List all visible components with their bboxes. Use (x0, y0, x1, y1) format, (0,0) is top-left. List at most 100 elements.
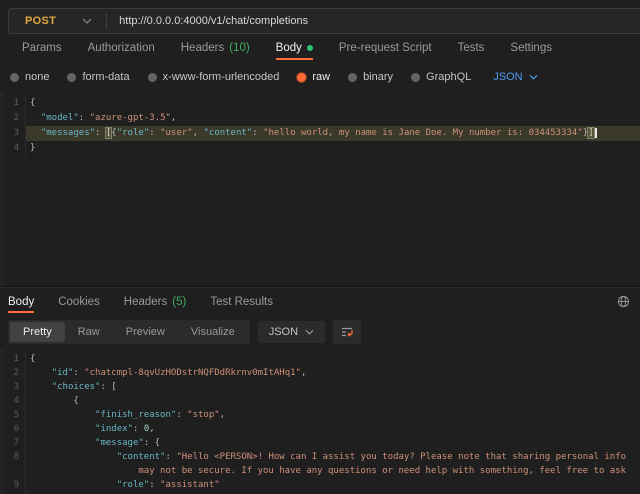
response-language-label: JSON (269, 326, 298, 338)
radio-label: x-www-form-urlencoded (163, 71, 280, 83)
globe-icon[interactable] (617, 295, 630, 308)
tab-label: Pre-request Script (339, 42, 432, 54)
view-segment-visualize[interactable]: Visualize (178, 322, 248, 342)
line-number: 1 (4, 96, 26, 111)
request-tabs: Params Authorization Headers(10) Body Pre-re… (0, 34, 640, 62)
tab-headers[interactable]: Headers(10) (181, 34, 250, 62)
chevron-down-icon (82, 18, 92, 24)
code-line: 9 "role": "assistant" (4, 478, 640, 492)
request-url-row: POST http://0.0.0.0:4000/v1/chat/complet… (0, 0, 640, 34)
body-type-radio-x-www-form-urlencoded[interactable]: x-www-form-urlencoded (148, 71, 280, 83)
body-type-radio-binary[interactable]: binary (348, 71, 393, 83)
code-text: { (26, 96, 640, 111)
radio-label: binary (363, 71, 393, 83)
request-language-dropdown[interactable]: JSON (493, 71, 537, 83)
wrap-lines-button[interactable] (333, 320, 361, 344)
code-text: "messages": [{"role": "user", "content":… (26, 126, 640, 141)
tab-label: Test Results (210, 296, 273, 308)
line-number: 6 (4, 422, 26, 436)
line-number: 4 (4, 141, 26, 156)
url-input[interactable]: http://0.0.0.0:4000/v1/chat/completions (107, 15, 308, 27)
code-text: "id": "chatcmpl-8qvUzHODstrNQFDdRkrnv0mI… (26, 366, 640, 380)
tab-label: Authorization (88, 42, 155, 54)
chevron-down-icon (529, 74, 538, 80)
code-line: may not be secure. If you have any quest… (4, 464, 640, 478)
line-number: 9 (4, 478, 26, 492)
method-label: POST (25, 15, 56, 27)
body-type-radio-graphql[interactable]: GraphQL (411, 71, 471, 83)
view-segment-pretty[interactable]: Pretty (10, 322, 65, 342)
radio-circle-icon (297, 73, 306, 82)
postman-window: POST http://0.0.0.0:4000/v1/chat/complet… (0, 0, 640, 494)
tab-label: Body (276, 42, 302, 54)
code-text: } (26, 141, 640, 156)
code-line: 2 "model": "azure-gpt-3.5", (4, 111, 640, 126)
response-view-switcher: PrettyRawPreviewVisualize (8, 320, 250, 344)
code-line: 4 { (4, 394, 640, 408)
line-number: 4 (4, 394, 26, 408)
body-type-radio-raw[interactable]: raw (297, 71, 330, 83)
code-text: "finish_reason": "stop", (26, 408, 640, 422)
line-number: 5 (4, 408, 26, 422)
tab-label: Headers (124, 296, 167, 308)
radio-circle-icon (148, 73, 157, 82)
request-language-label: JSON (493, 71, 522, 83)
code-line: 8 "content": "Hello <PERSON>! How can I … (4, 450, 640, 464)
code-text: { (26, 352, 640, 366)
line-number: 3 (4, 126, 26, 141)
response-tabs-list: Body Cookies Headers(5) Test Results (8, 288, 273, 315)
radio-label: raw (312, 71, 330, 83)
code-line: 1{ (4, 96, 640, 111)
line-number: 2 (4, 111, 26, 126)
code-line: 3 "choices": [ (4, 380, 640, 394)
code-line: 2 "id": "chatcmpl-8qvUzHODstrNQFDdRkrnv0… (4, 366, 640, 380)
line-number: 8 (4, 450, 26, 464)
line-number: 3 (4, 380, 26, 394)
response-tab-cookies[interactable]: Cookies (58, 288, 100, 315)
line-number: 1 (4, 352, 26, 366)
response-tabs: Body Cookies Headers(5) Test Results (0, 287, 640, 315)
radio-circle-icon (348, 73, 357, 82)
line-number: 2 (4, 366, 26, 380)
tab-tests[interactable]: Tests (458, 34, 485, 62)
radio-circle-icon (10, 73, 19, 82)
tab-authorization[interactable]: Authorization (88, 34, 155, 62)
radio-circle-icon (411, 73, 420, 82)
line-number (4, 464, 26, 478)
view-segment-preview[interactable]: Preview (113, 322, 178, 342)
body-type-bar: none form-data x-www-form-urlencoded raw bin… (0, 62, 640, 92)
chevron-down-icon (305, 329, 314, 335)
radio-label: GraphQL (426, 71, 471, 83)
code-text: "role": "assistant" (26, 478, 640, 492)
tab-label: Body (8, 296, 34, 308)
response-language-dropdown[interactable]: JSON (258, 321, 325, 343)
response-tab-headers[interactable]: Headers(5) (124, 288, 187, 315)
method-dropdown[interactable]: POST (9, 9, 106, 33)
tab-params[interactable]: Params (22, 34, 62, 62)
response-tab-test-results[interactable]: Test Results (210, 288, 273, 315)
response-body-editor[interactable]: 1{2 "id": "chatcmpl-8qvUzHODstrNQFDdRkrn… (0, 349, 640, 494)
code-text: "choices": [ (26, 380, 640, 394)
code-text: may not be secure. If you have any quest… (26, 464, 640, 478)
code-line: 1{ (4, 352, 640, 366)
tab-label: Params (22, 42, 62, 54)
tab-pre-request-script[interactable]: Pre-request Script (339, 34, 432, 62)
tab-label: Cookies (58, 296, 100, 308)
tab-body[interactable]: Body (276, 34, 313, 62)
code-line: 7 "message": { (4, 436, 640, 450)
code-text: { (26, 394, 640, 408)
code-line: 6 "index": 0, (4, 422, 640, 436)
wrap-lines-icon (340, 325, 354, 339)
tab-label: Headers (181, 42, 224, 54)
line-number: 7 (4, 436, 26, 450)
code-text: "model": "azure-gpt-3.5", (26, 111, 640, 126)
code-line: 4} (4, 141, 640, 156)
request-body-editor[interactable]: 1{2 "model": "azure-gpt-3.5",3 "messages… (0, 92, 640, 287)
code-line: 5 "finish_reason": "stop", (4, 408, 640, 422)
body-type-radio-form-data[interactable]: form-data (67, 71, 129, 83)
radio-label: form-data (82, 71, 129, 83)
response-tab-body[interactable]: Body (8, 288, 34, 315)
view-segment-raw[interactable]: Raw (65, 322, 113, 342)
tab-settings[interactable]: Settings (510, 34, 552, 62)
body-type-radio-none[interactable]: none (10, 71, 49, 83)
